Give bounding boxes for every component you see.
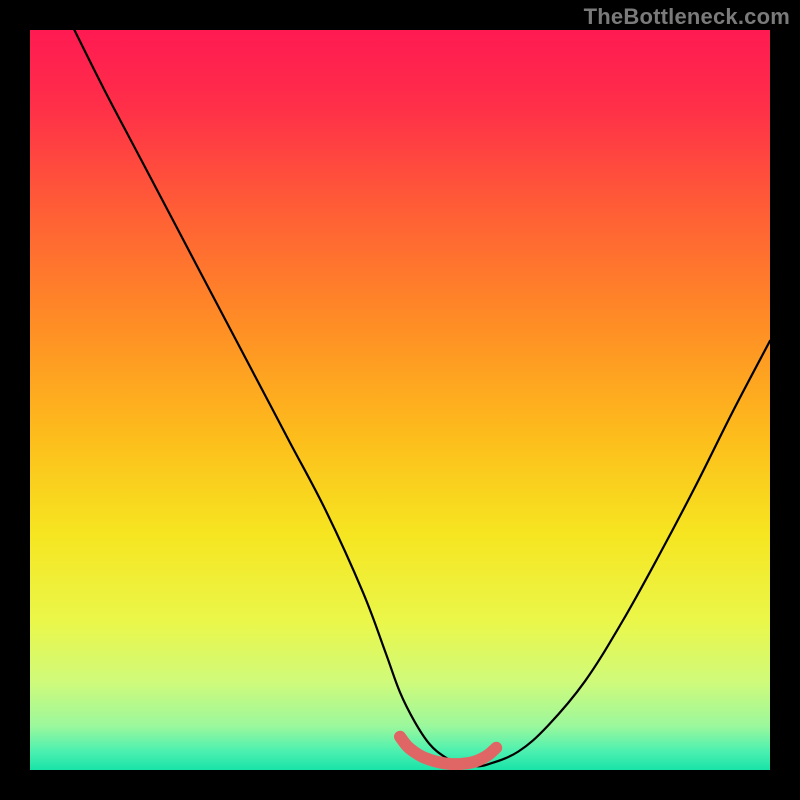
chart-frame: TheBottleneck.com [0,0,800,800]
optimal-band [400,737,496,764]
watermark-text: TheBottleneck.com [584,4,790,30]
curve-layer [30,30,770,770]
bottleneck-curve [74,30,770,766]
plot-area [30,30,770,770]
